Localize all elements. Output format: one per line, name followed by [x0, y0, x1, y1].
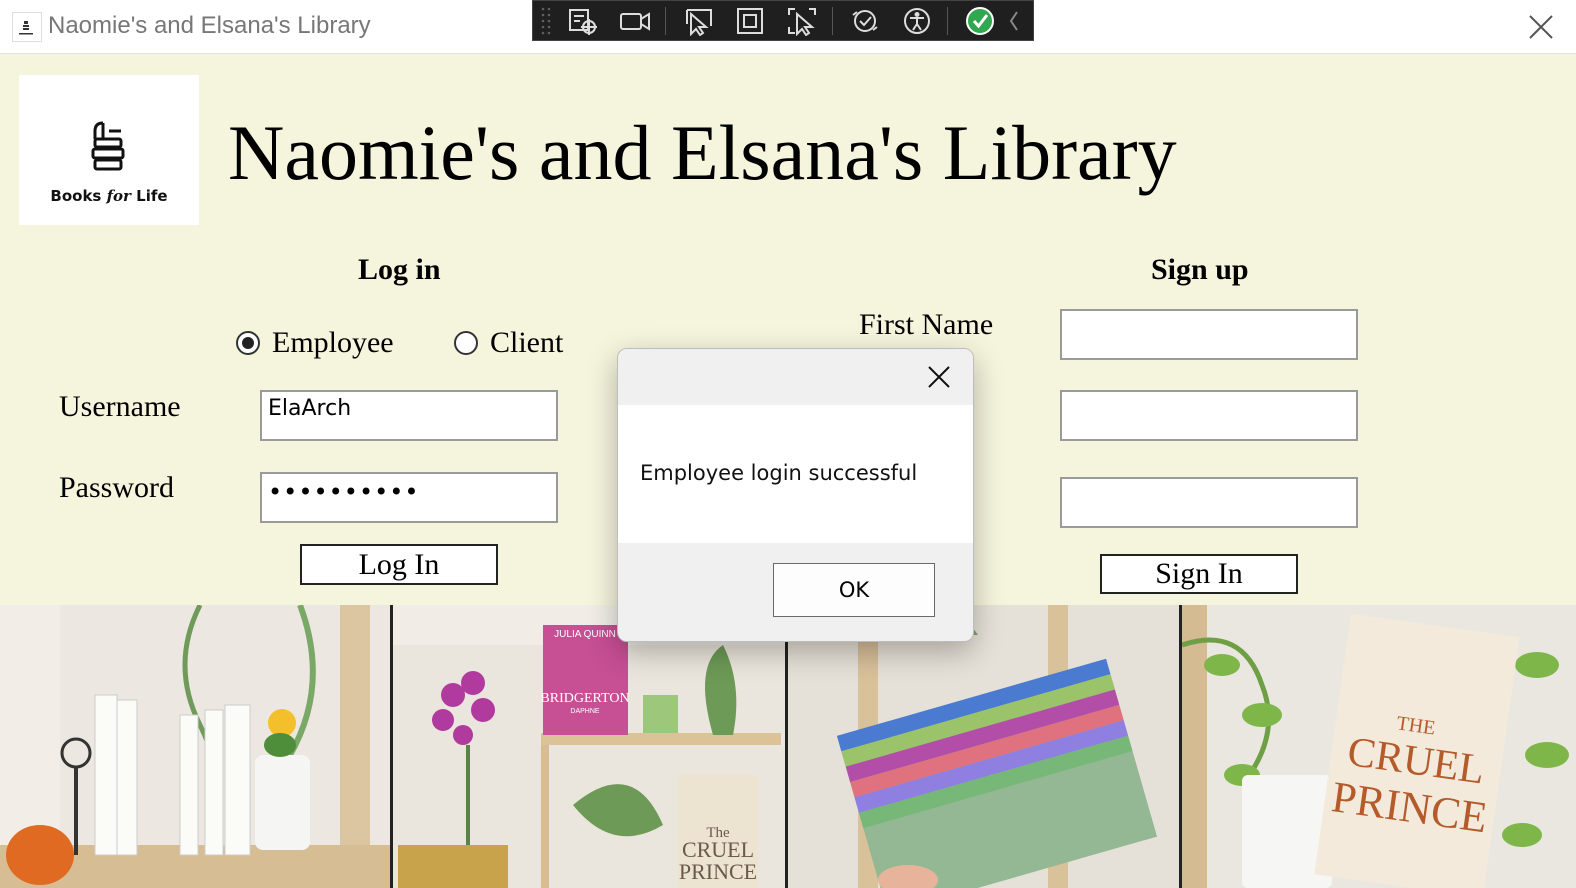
photo-book-box — [788, 605, 1182, 888]
video-camera-icon — [620, 11, 650, 31]
chevron-left-icon — [1009, 10, 1018, 31]
photo-cruel-prince: THE CRUEL PRINCE — [1182, 605, 1576, 888]
dialog-close-button[interactable] — [923, 361, 955, 393]
hot-reload-button[interactable] — [843, 3, 887, 39]
pointer-frame-icon — [788, 7, 816, 36]
radio-button-selected[interactable] — [236, 331, 260, 355]
first-name-label: First Name — [859, 308, 994, 341]
login-title: Log in — [358, 253, 441, 286]
radio-employee-label: Employee — [272, 326, 394, 359]
message-dialog: Employee login successful OK — [617, 348, 974, 642]
debug-toolbar — [532, 0, 1034, 41]
hot-reload-icon — [852, 9, 878, 32]
select-element-icon — [569, 8, 597, 35]
svg-text:DAPHNE: DAPHNE — [570, 708, 600, 715]
window-close-button[interactable] — [1526, 12, 1556, 42]
first-name-input[interactable] — [1060, 309, 1358, 360]
toolbar-separator — [832, 6, 833, 35]
frame-button[interactable] — [728, 3, 772, 39]
select-element-button[interactable] — [561, 3, 605, 39]
toolbar-separator — [665, 6, 666, 35]
dialog-body: Employee login successful — [618, 405, 973, 543]
close-icon — [1529, 15, 1553, 39]
photo-shelf-2: JULIA QUINN BRIDGERTON DAPHNE The CRUEL … — [393, 605, 788, 888]
close-icon — [928, 366, 950, 388]
record-button[interactable] — [613, 3, 657, 39]
radio-employee[interactable]: Employee — [236, 326, 394, 360]
library-logo: Books for Life — [19, 75, 199, 225]
username-label: Username — [59, 390, 181, 423]
drag-grip-icon[interactable] — [539, 5, 553, 37]
app-icon — [12, 12, 42, 42]
accessibility-icon — [904, 7, 930, 34]
password-input[interactable]: •••••••••• — [260, 472, 558, 523]
page-title: Naomie's and Elsana's Library — [228, 109, 1177, 196]
frame-icon — [737, 7, 763, 34]
svg-text:JULIA QUINN: JULIA QUINN — [554, 629, 616, 640]
dialog-footer: OK — [618, 543, 973, 641]
signin-button[interactable]: Sign In — [1100, 554, 1298, 594]
logo-text: Books for Life — [50, 187, 168, 205]
svg-text:PRINCE: PRINCE — [679, 859, 757, 884]
radio-button[interactable] — [454, 331, 478, 355]
username-input[interactable]: ElaArch — [260, 390, 558, 441]
accessibility-button[interactable] — [895, 3, 939, 39]
pointer-frame-button[interactable] — [780, 3, 824, 39]
ok-button[interactable]: OK — [773, 563, 935, 617]
window-title: Naomie's and Elsana's Library — [48, 12, 371, 39]
signup-third-input[interactable] — [1060, 477, 1358, 528]
svg-text:BRIDGERTON: BRIDGERTON — [540, 691, 629, 706]
books-logo-icon — [91, 121, 125, 171]
status-check-button[interactable] — [958, 3, 1002, 39]
radio-client[interactable]: Client — [454, 326, 563, 360]
signup-title: Sign up — [1151, 253, 1249, 286]
photo-shelf-1 — [0, 605, 393, 888]
last-name-input[interactable] — [1060, 390, 1358, 441]
dialog-header — [618, 349, 973, 405]
pointer-select-icon — [686, 8, 712, 36]
pointer-select-button[interactable] — [676, 3, 720, 39]
checkmark-icon — [966, 6, 994, 35]
login-button[interactable]: Log In — [300, 544, 498, 585]
collapse-toolbar-button[interactable] — [1004, 3, 1024, 39]
photo-strip: JULIA QUINN BRIDGERTON DAPHNE The CRUEL … — [0, 605, 1576, 888]
toolbar-separator — [947, 6, 948, 35]
password-label: Password — [59, 471, 175, 504]
dialog-message: Employee login successful — [640, 461, 918, 485]
radio-client-label: Client — [490, 326, 564, 359]
